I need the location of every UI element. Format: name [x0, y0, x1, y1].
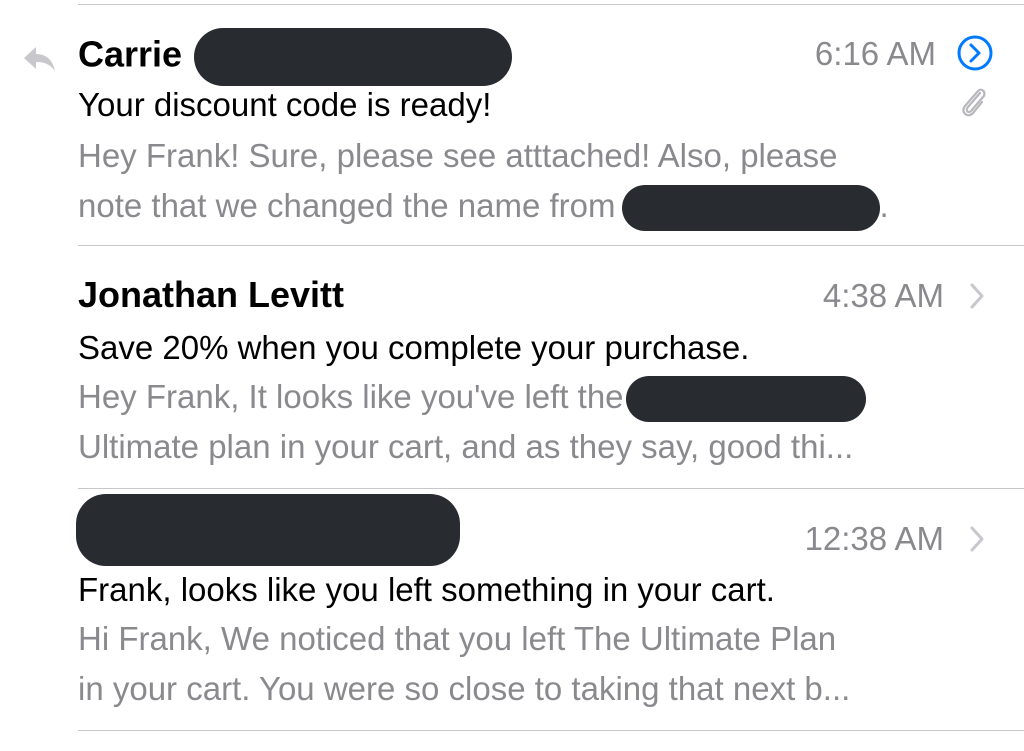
reply-icon [24, 47, 55, 71]
message-subject: Save 20% when you complete your purchase… [78, 329, 750, 366]
paperclip-icon [962, 88, 986, 117]
message-row[interactable]: Jonathan Levitt 4:38 AM Save 20% when yo… [0, 246, 1024, 489]
message-subject: Your discount code is ready! [78, 86, 492, 123]
message-time: 12:38 AM [804, 520, 944, 557]
sender-name: Jonathan Levitt [78, 274, 345, 315]
chevron-right-icon[interactable] [966, 524, 988, 554]
preview-text-tail: . [879, 187, 889, 224]
message-time: 4:38 AM [822, 277, 944, 314]
sender-name: Carrie [78, 28, 513, 86]
message-preview-line-2: note that we changed the name from. [78, 181, 889, 232]
message-preview-line-1: Hey Frank! Sure, please see atttached! A… [78, 137, 838, 174]
redacted-product-name [625, 376, 866, 423]
message-time: 6:16 AM [814, 35, 936, 72]
message-subject: Frank, looks like you left something in … [78, 571, 775, 608]
message-row[interactable]: 12:38 AM Frank, looks like you left some… [0, 489, 1024, 731]
message-preview-line-2: in your cart. You were so close to takin… [78, 670, 851, 707]
row-divider [78, 730, 1024, 731]
message-row[interactable]: Carrie 6:16 AM Your discount code is rea… [0, 5, 1024, 246]
message-preview-line-2: Ultimate plan in your cart, and as they … [78, 428, 854, 465]
redacted-name [621, 185, 880, 232]
preview-text: Hey Frank, It looks like you've left the [78, 378, 624, 415]
preview-text: note that we changed the name from [78, 187, 616, 224]
message-preview-line-1: Hey Frank, It looks like you've left the [78, 372, 866, 423]
sender-label: Carrie [78, 33, 183, 75]
redacted-sender-surname [194, 28, 513, 86]
circle-chevron-right-icon[interactable] [956, 34, 994, 72]
message-preview-line-1: Hi Frank, We noticed that you left The U… [78, 620, 837, 657]
chevron-right-icon[interactable] [966, 281, 988, 311]
redacted-sender-name [76, 494, 460, 566]
